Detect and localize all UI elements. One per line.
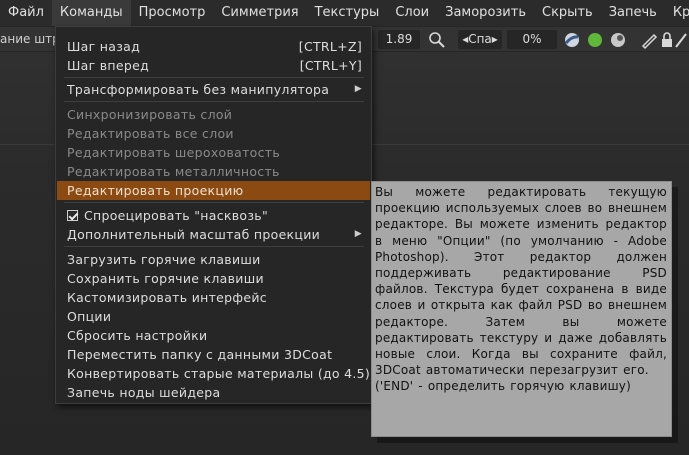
menu-item-label: Редактировать все слои <box>67 126 234 141</box>
submenu-arrow-icon: ▶ <box>354 229 362 239</box>
menu-item-label: Редактировать металличность <box>67 164 280 179</box>
menu-hide[interactable]: Скрыть <box>534 0 601 26</box>
menu-item-customize-ui[interactable]: Кастомизировать интерфейс <box>57 288 370 307</box>
menu-item-label: Шаг вперед <box>67 58 150 73</box>
menu-item-options[interactable]: Опции <box>57 307 370 326</box>
menu-file[interactable]: Файл <box>0 0 52 26</box>
menu-item-label: Опции <box>67 309 112 324</box>
menu-bake[interactable]: Запечь <box>601 0 665 26</box>
menu-item-undo[interactable]: Шаг назад [CTRL+Z] <box>57 37 370 56</box>
menu-item-label: Запечь ноды шейдера <box>67 385 221 400</box>
menu-separator <box>64 77 364 78</box>
menu-item-transform[interactable]: Трансформировать без манипулятора ▶ <box>57 80 370 99</box>
menu-layers[interactable]: Слои <box>387 0 437 26</box>
mode-field[interactable]: ◂Спа▸ <box>458 30 502 49</box>
commands-dropdown: Шаг назад [CTRL+Z] Шаг вперед [CTRL+Y] Т… <box>55 26 372 404</box>
tooltip-text: Вы можете редактировать текущую проекцию… <box>375 185 667 378</box>
menu-item-reset-settings[interactable]: Сбросить настройки <box>57 326 370 345</box>
tooltip-hotkey-hint: ('END' - определить горячую клавишу) <box>375 379 631 394</box>
menu-item-projection-scale[interactable]: Дополнительный масштаб проекции ▶ <box>57 225 370 244</box>
menu-item-label: Трансформировать без манипулятора <box>67 82 330 97</box>
menu-item-label: Переместить папку с данными 3DCoat <box>67 347 333 362</box>
menu-curves[interactable]: Кривые <box>665 0 689 26</box>
menu-item-label: Конвертировать старые материалы (до 4.5) <box>67 366 371 381</box>
menu-item-label: Спроецировать "насквозь" <box>84 208 269 223</box>
gradient-icon[interactable] <box>608 30 628 50</box>
menu-item-label: Редактировать проекцию <box>67 183 244 198</box>
shortcut-label: [CTRL+Y] <box>299 58 362 73</box>
menu-item-label: Редактировать шероховатость <box>67 145 281 160</box>
slash-icon[interactable] <box>673 30 689 50</box>
percent-field[interactable]: 0% <box>507 30 557 49</box>
menu-item-sync-layer[interactable]: Синхронизировать слой <box>57 105 370 124</box>
menu-item-bake-shader-nodes[interactable]: Запечь ноды шейдера <box>57 383 370 402</box>
brush-icon[interactable] <box>427 30 447 50</box>
submenu-arrow-icon: ▶ <box>354 84 362 94</box>
menu-item-load-hotkeys[interactable]: Загрузить горячие клавиши <box>57 250 370 269</box>
shortcut-label: [CTRL+Z] <box>298 39 362 54</box>
menu-item-convert-materials[interactable]: Конвертировать старые материалы (до 4.5) <box>57 364 370 383</box>
menu-separator <box>64 202 364 203</box>
menu-item-label: Дополнительный масштаб проекции <box>67 227 321 242</box>
menu-item-edit-all-layers[interactable]: Редактировать все слои <box>57 124 370 143</box>
menu-textures[interactable]: Текстуры <box>307 0 388 26</box>
circle-icon[interactable] <box>562 30 582 50</box>
pen-icon[interactable] <box>639 30 659 50</box>
menu-item-edit-projection[interactable]: Редактировать проекцию <box>57 181 370 200</box>
menu-item-label: Шаг назад <box>67 39 141 54</box>
menu-item-redo[interactable]: Шаг вперед [CTRL+Y] <box>57 56 370 75</box>
toolbar-label: ание штр <box>0 32 60 46</box>
menu-item-project-through[interactable]: Спроецировать "насквозь" <box>57 206 370 225</box>
menu-item-edit-metalness[interactable]: Редактировать металличность <box>57 162 370 181</box>
menu-item-label: Сбросить настройки <box>67 328 208 343</box>
menu-commands[interactable]: Команды <box>51 0 131 26</box>
menu-item-label: Кастомизировать интерфейс <box>67 290 267 305</box>
menu-item-edit-roughness[interactable]: Редактировать шероховатость <box>57 143 370 162</box>
menu-item-save-hotkeys[interactable]: Сохранить горячие клавиши <box>57 269 370 288</box>
tooltip: Вы можете редактировать текущую проекцию… <box>371 181 672 437</box>
green-dot-icon[interactable] <box>585 30 605 50</box>
value-field[interactable]: 1.89 <box>378 30 420 49</box>
menu-item-move-data-folder[interactable]: Переместить папку с данными 3DCoat <box>57 345 370 364</box>
menu-item-label: Загрузить горячие клавиши <box>67 252 261 267</box>
menu-item-label: Синхронизировать слой <box>67 107 233 122</box>
menu-separator <box>64 246 364 247</box>
menu-item-label: Сохранить горячие клавиши <box>67 271 264 286</box>
menu-symmetry[interactable]: Симметрия <box>213 0 306 26</box>
menu-view[interactable]: Просмотр <box>131 0 214 26</box>
menu-separator <box>64 101 364 102</box>
menu-bar: Файл Команды Просмотр Симметрия Текстуры… <box>0 0 689 26</box>
checkbox-checked[interactable] <box>67 210 78 221</box>
menu-freeze[interactable]: Заморозить <box>437 0 534 26</box>
